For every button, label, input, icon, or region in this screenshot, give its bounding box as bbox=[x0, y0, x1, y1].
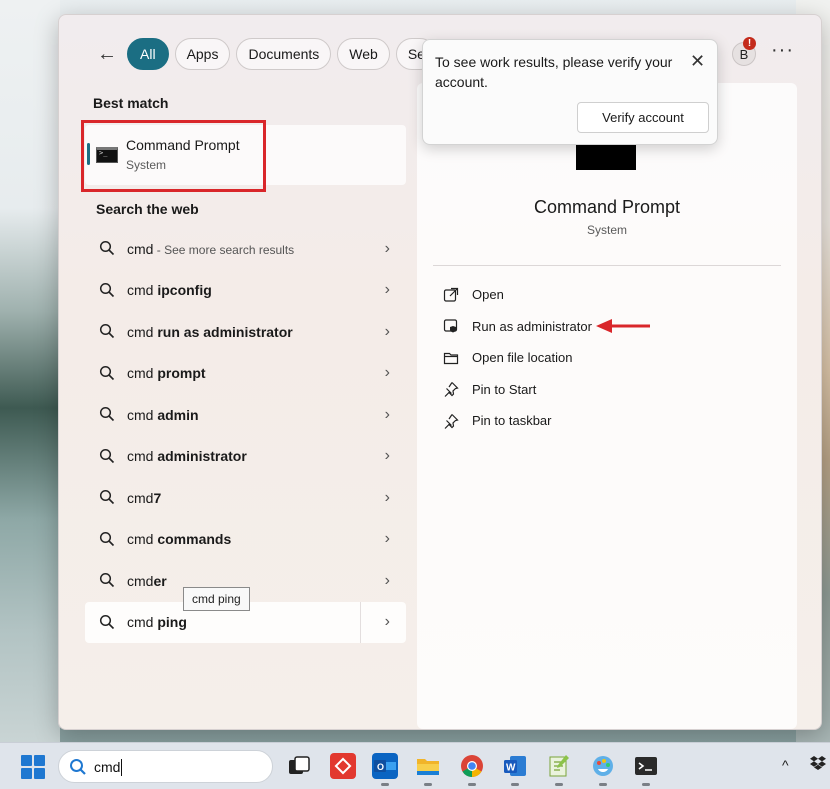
show-hidden-icons-chevron[interactable]: ^ bbox=[782, 757, 789, 773]
pin-icon bbox=[444, 413, 459, 429]
chevron-right-icon[interactable]: › bbox=[385, 572, 390, 590]
action-run-as-administrator[interactable]: Run as administrator bbox=[443, 311, 592, 343]
desktop-wallpaper-left bbox=[0, 0, 60, 742]
close-icon[interactable]: ✕ bbox=[690, 51, 705, 72]
avatar-alert-badge: ! bbox=[743, 37, 756, 50]
web-result-item[interactable]: cmd commands › bbox=[85, 519, 406, 561]
search-icon bbox=[99, 323, 115, 339]
action-list: Open Run as administrator Open file loca… bbox=[443, 279, 592, 437]
filter-chips: All Apps Documents Web Setti bbox=[127, 38, 436, 70]
outlook-icon[interactable]: O bbox=[372, 753, 398, 786]
search-icon bbox=[99, 448, 115, 463]
preview-subtitle: System bbox=[586, 223, 627, 237]
filter-all[interactable]: All bbox=[127, 38, 169, 70]
file-explorer-icon[interactable] bbox=[415, 753, 441, 786]
web-result-item[interactable]: cmd administrator › bbox=[85, 436, 406, 478]
chrome-icon[interactable] bbox=[459, 753, 485, 786]
search-web-heading: Search the web bbox=[96, 201, 199, 217]
task-view-icon[interactable] bbox=[286, 753, 312, 779]
taskbar-search-input[interactable]: cmd bbox=[58, 750, 273, 783]
chevron-right-icon[interactable]: › bbox=[385, 406, 390, 424]
search-icon bbox=[70, 759, 86, 775]
web-result-item[interactable]: cmd ipconfig › bbox=[85, 270, 406, 312]
web-results-list: cmd - See more search results › cmd ipco… bbox=[85, 228, 406, 643]
pin-icon bbox=[444, 382, 459, 398]
word-icon[interactable]: W bbox=[502, 753, 528, 786]
chevron-right-icon[interactable]: › bbox=[385, 364, 390, 382]
best-match-heading: Best match bbox=[93, 95, 169, 111]
search-icon bbox=[99, 406, 115, 422]
search-icon bbox=[99, 531, 115, 546]
action-open[interactable]: Open bbox=[443, 279, 592, 311]
notepad-plus-plus-icon[interactable] bbox=[546, 753, 572, 786]
more-options-button[interactable]: ··· bbox=[771, 39, 794, 62]
search-icon bbox=[99, 240, 115, 256]
filter-web[interactable]: Web bbox=[337, 38, 390, 70]
search-icon bbox=[99, 489, 115, 505]
highlight-box bbox=[81, 120, 266, 192]
text-cursor bbox=[121, 759, 122, 776]
verify-account-popup: To see work results, please verify your … bbox=[422, 39, 718, 145]
web-result-item[interactable]: cmd - See more search results › bbox=[85, 228, 406, 270]
divider bbox=[433, 265, 781, 266]
search-icon bbox=[99, 282, 115, 297]
chevron-right-icon[interactable]: › bbox=[385, 530, 390, 548]
action-pin-to-start[interactable]: Pin to Start bbox=[443, 374, 592, 406]
web-result-item[interactable]: cmd prompt › bbox=[85, 353, 406, 395]
web-result-item[interactable]: cmd admin › bbox=[85, 394, 406, 436]
paint-icon[interactable] bbox=[590, 753, 616, 786]
chevron-right-icon[interactable]: › bbox=[385, 240, 390, 258]
taskbar: cmd O W ^ bbox=[0, 742, 830, 789]
action-pin-to-taskbar[interactable]: Pin to taskbar bbox=[443, 405, 592, 437]
filter-documents[interactable]: Documents bbox=[236, 38, 332, 70]
chevron-right-icon[interactable]: › bbox=[385, 489, 390, 507]
windows-start-icon[interactable] bbox=[21, 755, 45, 779]
popup-message: To see work results, please verify your … bbox=[435, 54, 673, 91]
open-external-icon bbox=[443, 287, 459, 302]
preview-title: Command Prompt bbox=[533, 197, 681, 217]
chevron-right-icon[interactable]: › bbox=[385, 281, 390, 299]
search-window: ← All Apps Documents Web Setti B ! ··· B… bbox=[58, 14, 822, 730]
verify-account-button[interactable]: Verify account bbox=[577, 102, 709, 133]
shield-icon bbox=[443, 319, 458, 333]
chevron-right-icon[interactable]: › bbox=[385, 613, 390, 631]
search-icon bbox=[99, 614, 115, 629]
search-icon bbox=[99, 572, 115, 588]
red-arrow-annotation bbox=[596, 319, 650, 333]
chevron-right-icon[interactable]: › bbox=[385, 323, 390, 341]
tooltip: cmd ping bbox=[183, 587, 250, 611]
action-open-file-location[interactable]: Open file location bbox=[443, 342, 592, 374]
dropbox-icon[interactable] bbox=[810, 754, 826, 773]
svg-text:O: O bbox=[377, 762, 384, 772]
search-icon bbox=[99, 365, 115, 380]
filter-apps[interactable]: Apps bbox=[174, 38, 231, 70]
preview-pane: Command Prompt System Open Run as admini… bbox=[417, 83, 797, 729]
terminal-icon[interactable] bbox=[633, 753, 659, 786]
chevron-right-icon[interactable]: › bbox=[385, 447, 390, 465]
svg-text:W: W bbox=[506, 763, 516, 774]
web-result-item[interactable]: cmd7 › bbox=[85, 477, 406, 519]
search-value: cmd bbox=[94, 759, 121, 775]
web-result-item[interactable]: cmd run as administrator › bbox=[85, 311, 406, 353]
anydesk-icon[interactable] bbox=[330, 753, 356, 779]
folder-icon bbox=[443, 352, 459, 364]
back-button[interactable]: ← bbox=[93, 41, 121, 67]
expand-result-button[interactable] bbox=[360, 601, 406, 643]
